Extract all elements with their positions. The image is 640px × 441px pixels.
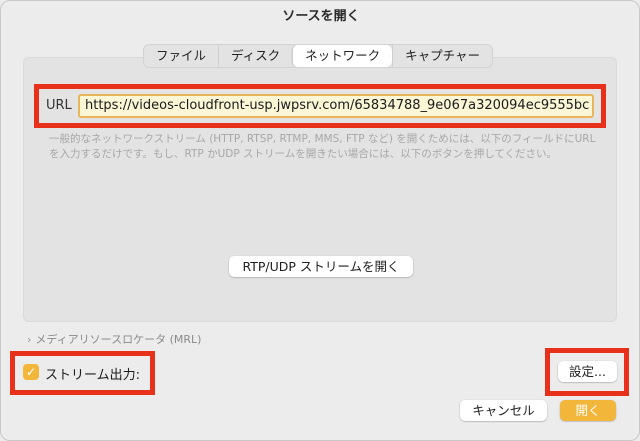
- mrl-disclosure[interactable]: › メディアリソースロケータ (MRL): [27, 331, 201, 347]
- open-source-dialog: ソースを開く ファイル ディスク ネットワーク キャプチャー URL https…: [0, 0, 640, 441]
- network-help-text: 一般的なネットワークストリーム (HTTP, RTSP, RTMP, MMS, …: [49, 133, 596, 160]
- cancel-button[interactable]: キャンセル: [460, 400, 547, 421]
- window-title: ソースを開く: [282, 9, 360, 24]
- open-rtp-udp-button[interactable]: RTP/UDP ストリームを開く: [229, 256, 413, 277]
- tab-network[interactable]: ネットワーク: [292, 45, 393, 67]
- source-tabs: ファイル ディスク ネットワーク キャプチャー: [143, 44, 494, 68]
- settings-button[interactable]: 設定...: [558, 361, 617, 382]
- stream-output-label: ストリーム出力:: [45, 368, 140, 383]
- url-input[interactable]: https://videos-cloudfront-usp.jwpsrv.com…: [78, 94, 594, 118]
- tab-file[interactable]: ファイル: [144, 45, 218, 67]
- tab-disc[interactable]: ディスク: [218, 45, 292, 67]
- chevron-right-icon: ›: [27, 332, 32, 346]
- stream-output-checkbox[interactable]: ✓: [23, 364, 39, 380]
- url-label: URL: [46, 98, 72, 113]
- open-button[interactable]: 開く: [560, 400, 616, 421]
- mrl-label: メディアリソースロケータ (MRL): [35, 333, 202, 346]
- tab-capture[interactable]: キャプチャー: [392, 45, 492, 67]
